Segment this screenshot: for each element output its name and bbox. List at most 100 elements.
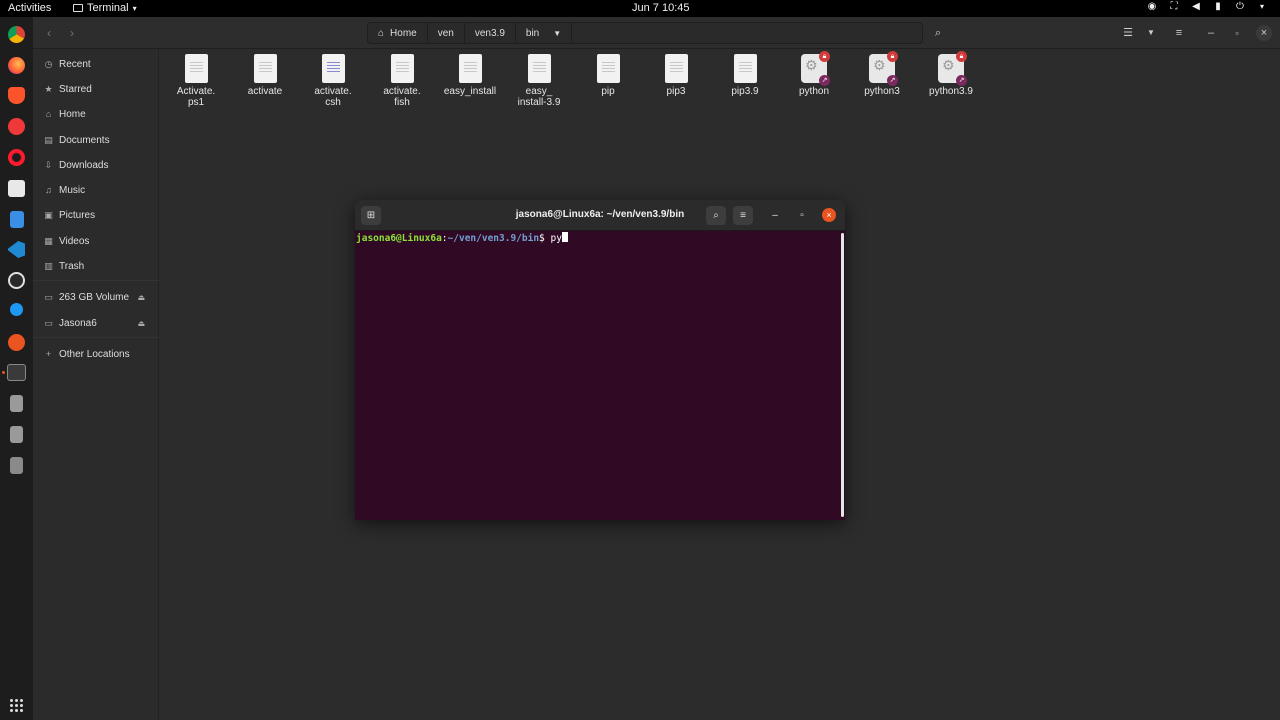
sidebar-item-downloads[interactable]: ⇩ Downloads — [33, 154, 159, 176]
file-item[interactable]: activate. fish — [368, 54, 436, 108]
file-name: Activate. — [176, 86, 216, 97]
breadcrumb-ven[interactable]: ven — [428, 23, 465, 43]
star-icon: ★ — [44, 83, 53, 94]
sidebar-item-documents[interactable]: ▤ Documents — [33, 129, 159, 151]
minimize-icon[interactable]: – — [1201, 23, 1221, 43]
ubuntu-software-icon[interactable] — [8, 334, 25, 351]
app-menu-label: Terminal — [87, 2, 129, 14]
sidebar-item-label: Jasona6 — [59, 317, 97, 329]
sidebar-item-263gb-volume[interactable]: ▭ 263 GB Volume ⏏ — [33, 286, 159, 308]
chevron-down-icon: ▼ — [553, 28, 562, 38]
clock[interactable]: Jun 7 10:45 — [632, 2, 690, 14]
file-name: activate — [247, 86, 283, 97]
sidebar-item-pictures[interactable]: ▣ Pictures — [33, 204, 159, 226]
terminal-header[interactable]: ⊞ jasona6@Linux6a: ~/ven/ven3.9/bin ⌕ ≡ … — [355, 200, 845, 231]
file-item[interactable]: Activate. ps1 — [162, 54, 230, 108]
obs-icon[interactable] — [8, 272, 25, 289]
close-icon[interactable]: × — [822, 208, 836, 222]
breadcrumb-bin[interactable]: bin ▼ — [516, 23, 573, 43]
ubuntu-logo-icon[interactable]: ◉ — [1146, 1, 1158, 13]
brave-icon[interactable] — [8, 87, 25, 104]
sidebar-item-label: Pictures — [59, 209, 96, 221]
menu-icon[interactable]: ≡ — [1169, 23, 1189, 43]
close-icon[interactable]: × — [1256, 25, 1272, 41]
activities-button[interactable]: Activities — [8, 2, 51, 14]
disk-icon[interactable] — [10, 457, 23, 474]
maximize-icon[interactable]: ▫ — [1227, 23, 1247, 43]
vivaldi-icon[interactable] — [8, 118, 25, 135]
system-tray[interactable]: ◉ ⛶ ◀ ▮ ⏻ ▾ — [1146, 1, 1268, 13]
breadcrumb-ven3-9[interactable]: ven3.9 — [465, 23, 516, 43]
breadcrumb: ⌂ Home ven ven3.9 bin ▼ — [367, 22, 923, 44]
breadcrumb-label: ven3.9 — [474, 27, 505, 39]
file-item[interactable]: pip3.9 — [711, 54, 779, 97]
file-item[interactable]: easy_install — [436, 54, 504, 97]
sidebar-item-label: Downloads — [59, 159, 109, 171]
kdenlive-icon[interactable] — [10, 303, 23, 316]
volume-icon[interactable]: ◀ — [1190, 1, 1202, 13]
sidebar-item-label: Home — [59, 108, 86, 120]
chevron-down-icon[interactable]: ▾ — [1256, 1, 1268, 13]
sidebar-item-label: Videos — [59, 235, 90, 247]
prompt-dollar: $ — [539, 233, 551, 244]
menu-icon[interactable]: ≡ — [733, 206, 753, 225]
sidebar-item-other-locations[interactable]: + Other Locations — [33, 343, 159, 365]
active-indicator — [2, 371, 5, 374]
files-icon[interactable] — [8, 180, 25, 197]
network-icon[interactable]: ⛶ — [1168, 1, 1180, 13]
view-options-icon[interactable]: ▼ — [1141, 23, 1161, 43]
sidebar-item-label: Trash — [59, 260, 85, 272]
file-item[interactable]: easy_ install-3.9 — [505, 54, 573, 108]
text-file-icon — [596, 54, 620, 83]
show-apps-icon[interactable] — [10, 699, 23, 712]
breadcrumb-label: bin — [525, 27, 540, 39]
minimize-icon[interactable]: – — [766, 206, 784, 225]
terminal-output[interactable]: jasona6@Linux6a:~/ven/ven3.9/bin$ py — [355, 231, 839, 520]
file-name-2: install-3.9 — [517, 97, 561, 108]
terminal-window[interactable]: ⊞ jasona6@Linux6a: ~/ven/ven3.9/bin ⌕ ≡ … — [355, 200, 845, 520]
maximize-icon[interactable]: ▫ — [793, 206, 811, 225]
search-icon[interactable]: ⌕ — [706, 206, 726, 225]
sidebar-item-recent[interactable]: ◷ Recent — [33, 53, 159, 75]
sidebar-item-trash[interactable]: ▥ Trash — [33, 255, 159, 277]
chrome-icon[interactable] — [8, 26, 25, 43]
opera-icon[interactable] — [8, 149, 25, 166]
sidebar-item-home[interactable]: ⌂ Home — [33, 103, 159, 125]
file-name-2: csh — [325, 97, 341, 108]
breadcrumb-label: Home — [390, 27, 417, 39]
usb-drive-icon[interactable] — [10, 395, 23, 412]
eject-icon[interactable]: ⏏ — [137, 293, 145, 302]
back-button[interactable]: ‹ — [38, 24, 60, 42]
eject-icon[interactable]: ⏏ — [137, 319, 145, 328]
list-view-icon[interactable]: ☰ — [1118, 23, 1138, 43]
search-button[interactable]: ⌕ — [928, 23, 948, 43]
sidebar-item-jasona6[interactable]: ▭ Jasona6 ⏏ — [33, 312, 159, 334]
file-item[interactable]: activate — [231, 54, 299, 97]
docs-icon[interactable] — [10, 211, 24, 228]
forward-button[interactable]: › — [61, 24, 83, 42]
symlink-icon: ↗ — [819, 75, 830, 86]
firefox-icon[interactable] — [8, 57, 25, 74]
sidebar-item-starred[interactable]: ★ Starred — [33, 78, 159, 100]
vscode-icon[interactable] — [8, 241, 25, 258]
app-menu[interactable]: Terminal ▾ — [73, 2, 137, 14]
file-item[interactable]: 🔒︎ ↗python3.9 — [917, 51, 985, 97]
command-input[interactable]: py — [551, 233, 562, 244]
prompt-user: jasona6@Linux6a — [356, 233, 442, 244]
file-item[interactable]: 🔒︎ ↗python — [780, 51, 848, 97]
sidebar-item-music[interactable]: ♫ Music — [33, 179, 159, 201]
file-name: easy_install — [443, 86, 497, 97]
clock-icon: ◷ — [44, 58, 53, 69]
power-icon[interactable]: ⏻ — [1234, 1, 1246, 13]
sidebar-item-videos[interactable]: ▦ Videos — [33, 230, 159, 252]
usb-drive-icon-2[interactable] — [10, 426, 23, 443]
file-item[interactable]: pip — [574, 54, 642, 97]
scrollbar[interactable] — [841, 233, 844, 517]
breadcrumb-home[interactable]: ⌂ Home — [368, 23, 428, 43]
file-item[interactable]: activate. csh — [299, 54, 367, 108]
battery-icon[interactable]: ▮ — [1212, 1, 1224, 13]
file-item[interactable]: pip3 — [642, 54, 710, 97]
file-item[interactable]: 🔒︎ ↗python3 — [848, 51, 916, 97]
sidebar: ◷ Recent ★ Starred ⌂ Home ▤ Documents ⇩ Downl… — [33, 49, 159, 720]
terminal-icon[interactable] — [7, 364, 26, 381]
